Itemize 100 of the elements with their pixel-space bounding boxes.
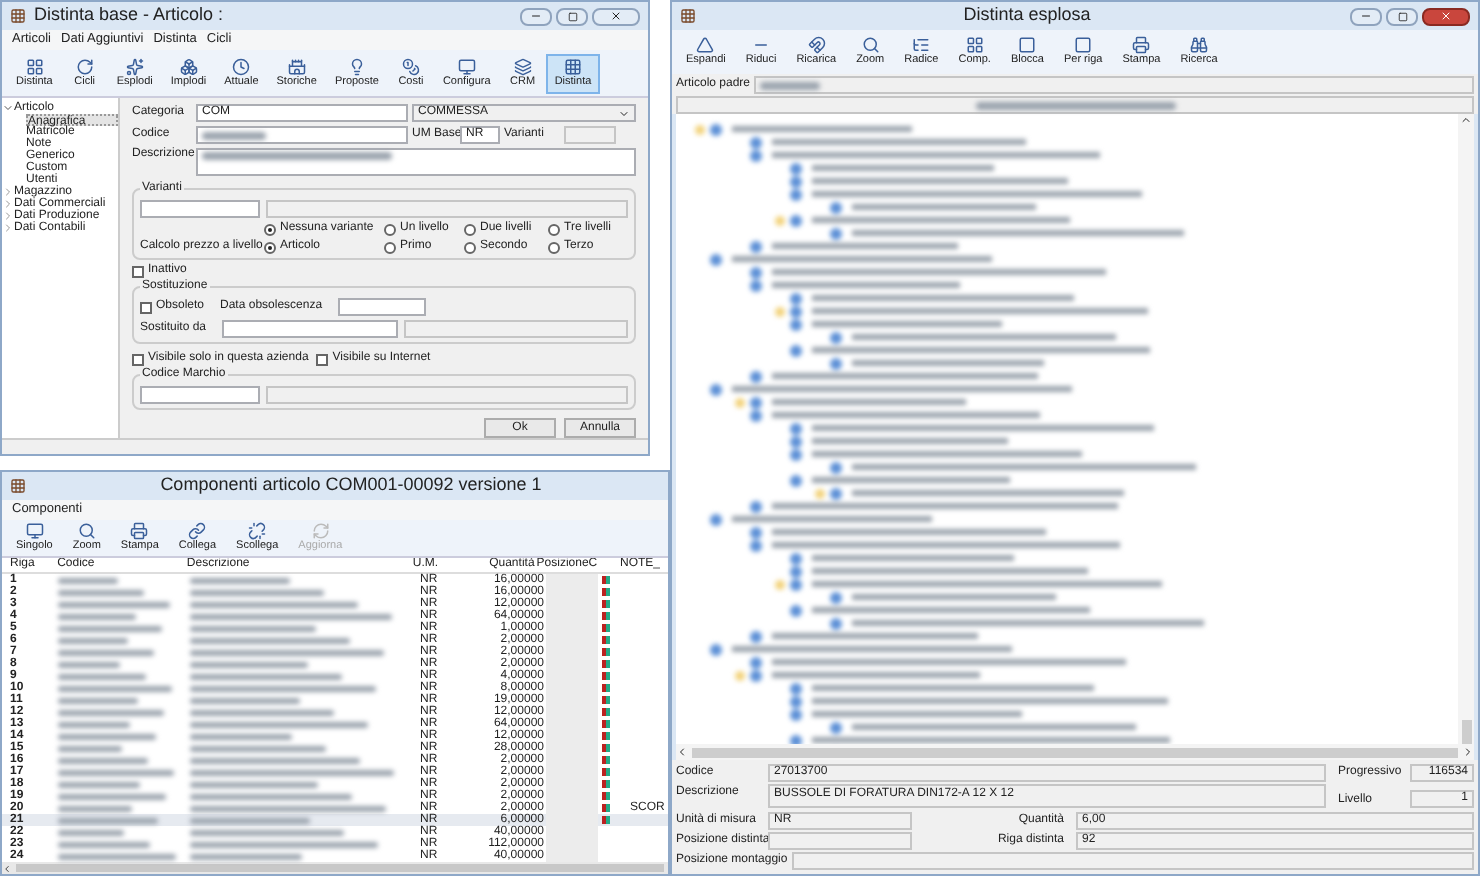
sparkle-icon [125, 57, 144, 75]
blurred-text [58, 685, 172, 691]
maximize-icon [567, 11, 577, 21]
minimize-icon [530, 10, 542, 22]
blurred-text [58, 817, 158, 823]
text-field[interactable] [140, 386, 260, 404]
close-icon [610, 10, 622, 22]
radio-button[interactable] [548, 241, 560, 253]
scroll-thumb[interactable] [1461, 720, 1471, 744]
horizontal-scrollbar[interactable] [676, 744, 1474, 760]
blurred-text [58, 637, 128, 643]
blurred-text [58, 577, 118, 583]
blurred-text [58, 781, 140, 787]
binoculars-icon [1190, 36, 1209, 54]
blurred-text [58, 733, 156, 739]
clock-icon [232, 57, 251, 75]
radio-button[interactable] [548, 223, 560, 235]
monitor-icon [457, 57, 476, 75]
layers-icon [513, 57, 532, 75]
expander-icon[interactable] [2, 198, 14, 210]
vertical-scrollbar[interactable] [1458, 114, 1474, 744]
readonly-field [564, 126, 616, 144]
square-icon [1074, 36, 1093, 54]
circular-arrow-icon [75, 57, 94, 75]
boxes-icon [179, 57, 198, 75]
dropdown-caret-icon [618, 107, 630, 119]
blurred-text [58, 721, 130, 727]
app-icon [10, 478, 26, 494]
close-icon [1440, 10, 1452, 22]
text-field[interactable] [222, 320, 398, 338]
zoom-icon [861, 36, 880, 54]
print-icon [130, 522, 149, 540]
checkbox[interactable] [132, 353, 144, 365]
blurred-text [58, 661, 120, 667]
text-field[interactable] [140, 200, 260, 218]
blurred-text [58, 709, 164, 715]
tower-icon [287, 57, 306, 75]
blurred-text [202, 131, 266, 139]
refresh-icon [311, 522, 330, 540]
scroll-up-icon [1460, 114, 1472, 126]
app-icon [680, 8, 696, 24]
blurred-text [58, 649, 154, 655]
scroll-left-icon [676, 746, 688, 758]
expander-icon[interactable] [2, 186, 14, 198]
coins-icon [401, 57, 420, 75]
blurred-text [190, 709, 334, 715]
blurred-text [58, 589, 144, 595]
text-field[interactable] [196, 148, 636, 176]
checkbox[interactable] [132, 265, 144, 277]
app-icon [10, 8, 26, 24]
maximize-icon [1397, 11, 1407, 21]
grid-icon [965, 36, 984, 54]
horizontal-scrollbar[interactable] [2, 862, 668, 874]
window-title: Distinta esplosa [963, 2, 1091, 29]
unlink-icon [248, 522, 267, 540]
expander-icon[interactable] [2, 102, 14, 114]
readonly-field [768, 832, 912, 850]
radio-button[interactable] [384, 223, 396, 235]
blurred-text [58, 757, 148, 763]
blurred-text [190, 853, 302, 859]
magnet-icon [807, 36, 826, 54]
blurred-text [58, 841, 150, 847]
maximize-button[interactable] [1386, 7, 1418, 25]
radio-button[interactable] [384, 241, 396, 253]
minimize-button[interactable] [520, 7, 552, 25]
minimize-icon [1360, 10, 1372, 22]
blurred-text [190, 745, 326, 751]
minimize-button[interactable] [1350, 7, 1382, 25]
radio-button[interactable] [264, 223, 276, 235]
blurred-text [190, 577, 290, 583]
monitor-icon [25, 522, 44, 540]
radio-button[interactable] [264, 241, 276, 253]
scroll-left-icon [2, 863, 12, 873]
blurred-text [190, 697, 300, 703]
checkbox[interactable] [316, 353, 329, 365]
window-title: Distinta base - Articolo : [34, 2, 224, 29]
scroll-right-icon [1462, 746, 1474, 758]
triangle-icon [696, 36, 715, 54]
lightbulb-icon [347, 57, 366, 75]
blurred-text [58, 673, 146, 679]
blurred-text [190, 781, 318, 787]
blurred-text [58, 601, 170, 607]
checkbox[interactable] [140, 301, 152, 313]
blurred-text [760, 81, 820, 89]
tree-icon [912, 36, 931, 54]
print-icon [1132, 36, 1151, 54]
close-button[interactable] [1422, 7, 1470, 25]
text-field[interactable] [196, 126, 408, 144]
expander-icon[interactable] [2, 222, 14, 234]
radio-button[interactable] [464, 241, 476, 253]
text-field[interactable] [338, 298, 427, 316]
blurred-text [190, 733, 292, 739]
blurred-text [190, 817, 310, 823]
blurred-text [58, 793, 166, 799]
maximize-button[interactable] [556, 7, 588, 25]
expander-icon[interactable] [2, 210, 14, 222]
radio-button[interactable] [464, 223, 476, 235]
blurred-text [190, 661, 308, 667]
blurred-text [58, 805, 132, 811]
link-icon [188, 522, 207, 540]
